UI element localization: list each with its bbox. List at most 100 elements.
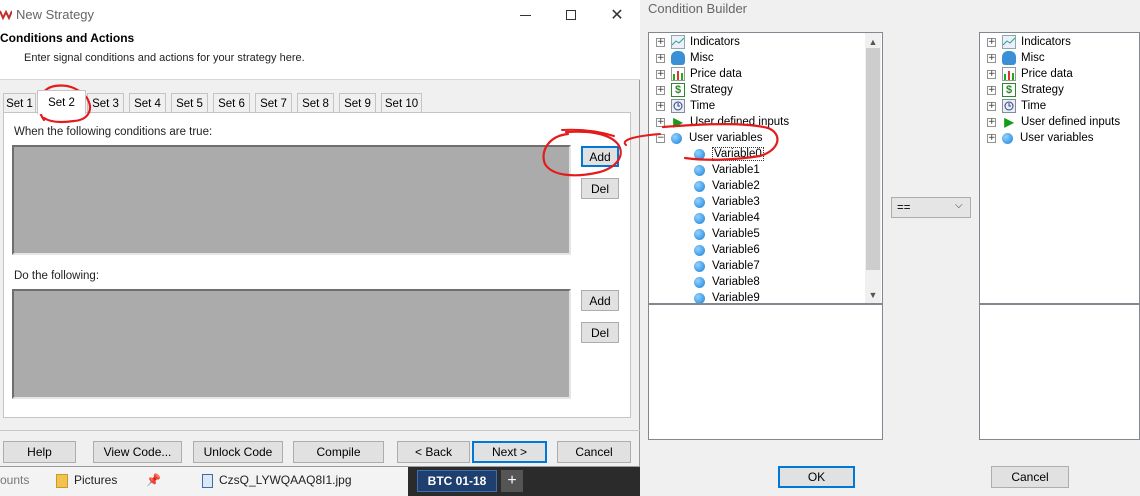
variable-label: Variable5 — [712, 228, 760, 240]
expand-icon[interactable]: + — [656, 69, 665, 79]
expand-icon[interactable]: + — [987, 101, 996, 111]
scroll-down-icon[interactable]: ▼ — [865, 287, 881, 302]
tab-set-8[interactable]: Set 8 — [297, 93, 334, 113]
scrollbar-thumb[interactable] — [866, 48, 880, 270]
right-operand-tree[interactable]: + Indicators + Misc + Price data + $ Strategy… — [979, 32, 1140, 304]
window-title: New Strategy — [16, 7, 95, 22]
variable-item[interactable]: Variable5 — [694, 226, 760, 242]
expand-icon[interactable]: + — [656, 53, 665, 63]
chevron-down-icon[interactable]: ⌵ — [955, 200, 963, 211]
actions-label: Do the following: — [14, 270, 100, 282]
variable-item[interactable]: Variable4 — [694, 210, 760, 226]
tab-set-4[interactable]: Set 4 — [129, 93, 166, 113]
next-button[interactable]: Next > — [472, 441, 547, 463]
tree-item-indicators[interactable]: + Indicators — [987, 34, 1071, 50]
right-operand-detail[interactable] — [979, 304, 1140, 440]
left-operand-tree[interactable]: + Indicators + Misc + Price data + $ Strategy… — [648, 32, 883, 304]
expand-icon[interactable]: + — [987, 117, 996, 127]
unlock-code-button[interactable]: Unlock Code — [193, 441, 283, 463]
variable-label: Variable4 — [712, 212, 760, 224]
variable-label: Variable8 — [712, 276, 760, 288]
tree-item-user-defined-inputs[interactable]: + ▶ User defined inputs — [987, 114, 1120, 130]
tree-item-user-variables[interactable]: + User variables — [987, 130, 1094, 146]
tab-set-6[interactable]: Set 6 — [213, 93, 250, 113]
tree-item-price-data[interactable]: + Price data — [987, 66, 1073, 82]
variable-item[interactable]: Variable9 — [694, 290, 760, 304]
pictures-item[interactable]: Pictures — [74, 473, 117, 487]
close-button[interactable]: ✕ — [594, 0, 640, 30]
variable-label: Variable1 — [712, 164, 760, 176]
variable-item[interactable]: Variable8 — [694, 274, 760, 290]
scroll-up-icon[interactable]: ▲ — [865, 34, 881, 49]
folder-icon — [56, 474, 68, 488]
tab-set-2[interactable]: Set 2 — [37, 90, 86, 114]
header-subtitle: Enter signal conditions and actions for … — [24, 52, 305, 64]
minimize-button[interactable] — [502, 0, 548, 30]
add-tab-button[interactable]: + — [501, 470, 523, 492]
maximize-button[interactable] — [548, 0, 594, 30]
expand-icon[interactable]: + — [987, 53, 996, 63]
variable-item[interactable]: Variable1 — [694, 162, 760, 178]
bar-chart-icon — [671, 67, 685, 81]
help-button[interactable]: Help — [3, 441, 76, 463]
tree-item-user-defined-inputs[interactable]: + ▶ User defined inputs — [656, 114, 789, 130]
tree-label: Misc — [1021, 52, 1045, 64]
tab-set-7[interactable]: Set 7 — [255, 93, 292, 113]
add-condition-button[interactable]: Add — [581, 146, 619, 167]
delete-action-button[interactable]: Del — [581, 322, 619, 343]
btc-tab[interactable]: BTC 01-18 — [417, 470, 497, 492]
condition-builder-cancel-button[interactable]: Cancel — [991, 466, 1069, 488]
expand-icon[interactable]: + — [987, 37, 996, 47]
ball-icon — [694, 228, 705, 240]
tree-item-price-data[interactable]: + Price data — [656, 66, 742, 82]
tab-set-3[interactable]: Set 3 — [87, 93, 124, 113]
tree-item-strategy[interactable]: + $ Strategy — [656, 82, 733, 98]
expand-icon[interactable]: + — [656, 37, 665, 47]
cancel-button[interactable]: Cancel — [557, 441, 631, 463]
delete-condition-button[interactable]: Del — [581, 178, 619, 199]
add-action-button[interactable]: Add — [581, 290, 619, 311]
tree-item-misc[interactable]: + Misc — [987, 50, 1045, 66]
ball-icon — [694, 148, 705, 160]
expand-icon[interactable]: + — [987, 69, 996, 79]
conditions-list[interactable] — [12, 145, 571, 255]
play-icon: ▶ — [1004, 115, 1014, 129]
left-operand-detail[interactable] — [648, 304, 883, 440]
expand-icon[interactable]: + — [656, 85, 665, 95]
tree-label: Indicators — [1021, 36, 1071, 48]
variable-item[interactable]: Variable2 — [694, 178, 760, 194]
tab-set-10[interactable]: Set 10 — [381, 93, 422, 113]
variable-item[interactable]: Variable0 — [694, 146, 764, 162]
tab-set-1[interactable]: Set 1 — [3, 93, 36, 113]
ball-icon — [694, 180, 705, 192]
compile-button[interactable]: Compile — [293, 441, 384, 463]
tree-item-indicators[interactable]: + Indicators — [656, 34, 740, 50]
file-item[interactable]: CzsQ_LYWQAAQ8I1.jpg — [219, 473, 352, 487]
expand-icon[interactable]: + — [656, 117, 665, 127]
view-code-button[interactable]: View Code... — [93, 441, 182, 463]
tab-set-5[interactable]: Set 5 — [171, 93, 208, 113]
background-text: ounts — [0, 473, 30, 487]
chart-icon — [1002, 35, 1016, 49]
tree-item-misc[interactable]: + Misc — [656, 50, 714, 66]
tab-set-9[interactable]: Set 9 — [339, 93, 376, 113]
collapse-icon[interactable]: − — [656, 133, 665, 143]
tree-item-user-variables[interactable]: − User variables — [656, 130, 763, 146]
expand-icon[interactable]: + — [987, 133, 996, 143]
tree-item-strategy[interactable]: + $ Strategy — [987, 82, 1064, 98]
expand-icon[interactable]: + — [987, 85, 996, 95]
ball-icon — [694, 196, 705, 208]
ok-button[interactable]: OK — [778, 466, 855, 488]
variable-item[interactable]: Variable6 — [694, 242, 760, 258]
variable-label: Variable9 — [712, 292, 760, 304]
variable-item[interactable]: Variable7 — [694, 258, 760, 274]
back-button[interactable]: < Back — [397, 441, 470, 463]
tree-label: Misc — [690, 52, 714, 64]
variable-item[interactable]: Variable3 — [694, 194, 760, 210]
footer-separator — [0, 430, 640, 431]
actions-list[interactable] — [12, 289, 571, 399]
tree-item-time[interactable]: + Time — [987, 98, 1046, 114]
expand-icon[interactable]: + — [656, 101, 665, 111]
tree-item-time[interactable]: + Time — [656, 98, 715, 114]
clock-icon — [1002, 99, 1016, 113]
